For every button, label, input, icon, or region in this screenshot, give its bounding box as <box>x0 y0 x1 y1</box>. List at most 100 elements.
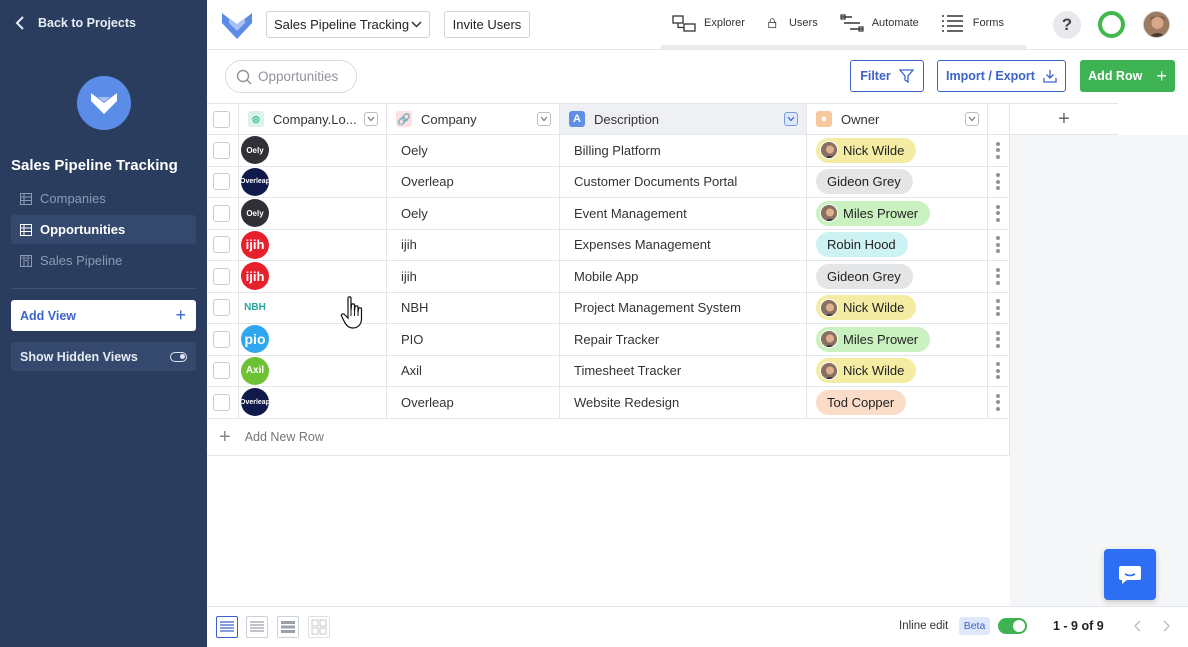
row-checkbox[interactable] <box>213 173 230 191</box>
column-menu-button[interactable] <box>965 112 979 126</box>
owner-cell[interactable]: Gideon Grey <box>807 261 988 293</box>
row-checkbox[interactable] <box>213 204 230 222</box>
description-cell[interactable]: Repair Tracker <box>560 324 807 356</box>
owner-cell[interactable]: Nick Wilde <box>807 355 988 387</box>
density-tall-button[interactable] <box>277 616 299 638</box>
more-vertical-icon[interactable] <box>996 236 1000 254</box>
more-vertical-icon[interactable] <box>996 362 1000 380</box>
company-logo-cell[interactable]: ijih <box>239 261 387 293</box>
tab-users[interactable]: Users <box>756 0 829 46</box>
add-row-button[interactable]: Add Row + <box>1080 60 1175 92</box>
text-icon: A <box>569 111 585 127</box>
description-cell[interactable]: Mobile App <box>560 261 807 293</box>
column-menu-button[interactable] <box>784 112 798 126</box>
next-page-button[interactable] <box>1160 618 1174 634</box>
description-cell[interactable]: Timesheet Tracker <box>560 355 807 387</box>
project-select[interactable]: Sales Pipeline Tracking <box>266 11 430 38</box>
row-checkbox[interactable] <box>213 299 230 317</box>
search-input[interactable] <box>258 69 348 84</box>
select-all-checkbox[interactable] <box>213 110 230 128</box>
company-cell[interactable]: Axil <box>387 355 560 387</box>
row-checkbox[interactable] <box>213 267 230 285</box>
company-logo-cell[interactable]: Overleap <box>239 387 387 419</box>
owner-cell[interactable]: Robin Hood <box>807 229 988 261</box>
tab-forms[interactable]: Forms <box>930 0 1015 46</box>
view-opportunities[interactable]: Opportunities <box>11 215 196 244</box>
row-checkbox[interactable] <box>213 393 230 411</box>
description-cell[interactable]: Customer Documents Portal <box>560 166 807 198</box>
chevron-down-icon <box>540 116 548 122</box>
company-cell[interactable]: ijih <box>387 261 560 293</box>
company-logo-cell[interactable]: Axil <box>239 355 387 387</box>
company-cell[interactable]: Overleap <box>387 387 560 419</box>
row-checkbox[interactable] <box>213 141 230 159</box>
row-checkbox[interactable] <box>213 330 230 348</box>
density-compact-button[interactable] <box>216 616 238 638</box>
description-cell[interactable]: Expenses Management <box>560 229 807 261</box>
density-medium-button[interactable] <box>246 616 268 638</box>
column-header-company-logo[interactable]: ⊛ Company.Lo... <box>239 103 387 135</box>
add-view-button[interactable]: Add View + <box>11 300 196 331</box>
row-checkbox[interactable] <box>213 362 230 380</box>
description-cell[interactable]: Project Management System <box>560 292 807 324</box>
help-button[interactable]: ? <box>1053 11 1081 39</box>
more-vertical-icon[interactable] <box>996 330 1000 348</box>
more-vertical-icon[interactable] <box>996 299 1000 317</box>
more-vertical-icon[interactable] <box>996 173 1000 191</box>
company-logo-cell[interactable]: Oely <box>239 198 387 230</box>
add-column-button[interactable]: + <box>1010 103 1118 135</box>
company-cell[interactable]: Oely <box>387 198 560 230</box>
company-cell[interactable]: ijih <box>387 229 560 261</box>
owner-cell[interactable]: Tod Copper <box>807 387 988 419</box>
row-actions-cell <box>988 292 1010 324</box>
show-hidden-views-toggle[interactable]: Show Hidden Views <box>11 342 196 371</box>
column-header-company[interactable]: 🔗 Company <box>387 103 560 135</box>
chevron-down-icon <box>787 116 795 122</box>
company-cell[interactable]: Oely <box>387 135 560 167</box>
description-cell[interactable]: Billing Platform <box>560 135 807 167</box>
row-actions-cell <box>988 166 1010 198</box>
app-logo[interactable] <box>221 10 253 40</box>
company-logo-cell[interactable]: Oely <box>239 135 387 167</box>
row-checkbox[interactable] <box>213 236 230 254</box>
more-vertical-icon[interactable] <box>996 393 1000 411</box>
inline-edit-toggle[interactable] <box>998 618 1027 634</box>
tab-explorer[interactable]: Explorer <box>661 0 756 46</box>
chevron-left-icon <box>15 16 24 30</box>
add-new-row-button[interactable]: + Add New Row <box>207 419 1010 456</box>
company-cell[interactable]: PIO <box>387 324 560 356</box>
company-logo-cell[interactable]: Overleap <box>239 166 387 198</box>
search-box[interactable] <box>225 60 357 93</box>
status-indicator[interactable] <box>1098 11 1125 38</box>
back-to-projects-link[interactable]: Back to Projects <box>14 16 136 30</box>
owner-cell[interactable]: Miles Prower <box>807 198 988 230</box>
view-companies[interactable]: Companies <box>11 184 196 213</box>
column-header-owner[interactable]: ● Owner <box>807 103 988 135</box>
column-menu-button[interactable] <box>537 112 551 126</box>
owner-cell[interactable]: Nick Wilde <box>807 292 988 324</box>
import-export-button[interactable]: Import / Export <box>937 60 1066 92</box>
chevron-down-icon <box>968 116 976 122</box>
view-sales-pipeline[interactable]: Sales Pipeline <box>11 246 196 275</box>
user-avatar[interactable] <box>1143 11 1170 38</box>
owner-cell[interactable]: Nick Wilde <box>807 135 988 167</box>
project-logo <box>77 76 131 130</box>
description-cell[interactable]: Event Management <box>560 198 807 230</box>
invite-users-button[interactable]: Invite Users <box>444 11 530 38</box>
more-vertical-icon[interactable] <box>996 267 1000 285</box>
chat-button[interactable] <box>1104 549 1156 600</box>
tab-automate[interactable]: Automate <box>829 0 930 46</box>
column-header-description[interactable]: A Description <box>560 103 807 135</box>
more-vertical-icon[interactable] <box>996 204 1000 222</box>
column-menu-button[interactable] <box>364 112 378 126</box>
company-cell[interactable]: Overleap <box>387 166 560 198</box>
company-cell[interactable]: NBH <box>387 292 560 324</box>
owner-cell[interactable]: Gideon Grey <box>807 166 988 198</box>
company-logo-cell[interactable]: ijih <box>239 229 387 261</box>
filter-button[interactable]: Filter <box>850 60 924 92</box>
density-card-button[interactable] <box>308 616 330 638</box>
description-cell[interactable]: Website Redesign <box>560 387 807 419</box>
owner-cell[interactable]: Miles Prower <box>807 324 988 356</box>
more-vertical-icon[interactable] <box>996 141 1000 159</box>
prev-page-button[interactable] <box>1130 618 1144 634</box>
